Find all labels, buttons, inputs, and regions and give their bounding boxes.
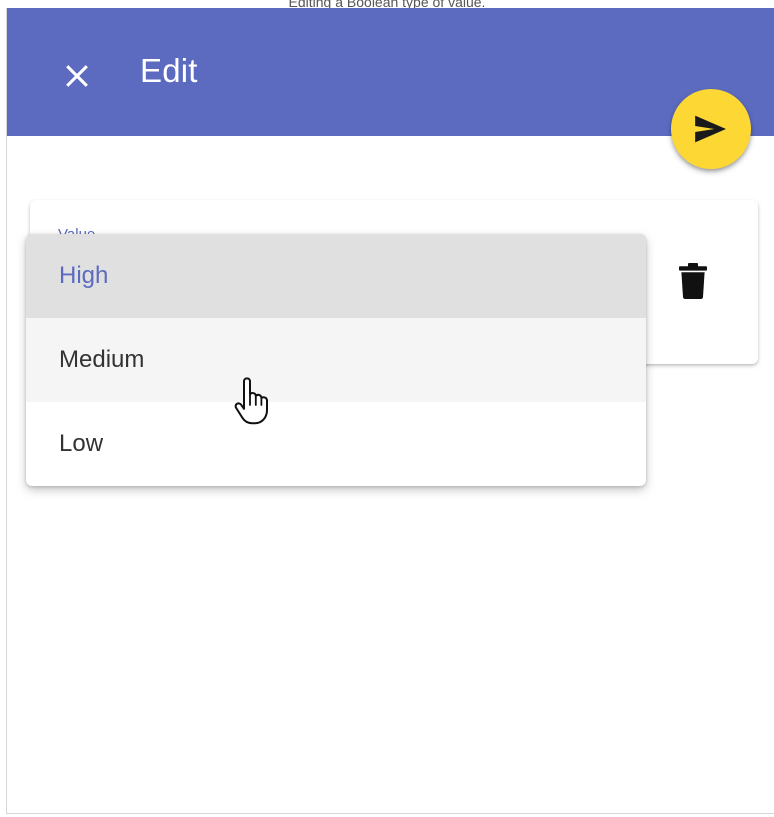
menu-option-medium[interactable]: Medium bbox=[26, 318, 646, 402]
close-icon bbox=[66, 65, 88, 87]
send-button[interactable] bbox=[671, 89, 751, 169]
menu-option-low[interactable]: Low bbox=[26, 402, 646, 486]
edit-dialog: Edit Value High Medium bbox=[6, 8, 774, 814]
value-dropdown-menu: High Medium Low bbox=[26, 234, 646, 486]
page: Editing a Boolean type of value. Edit Va… bbox=[0, 0, 774, 817]
menu-option-label: Medium bbox=[59, 346, 145, 373]
trash-icon bbox=[679, 263, 707, 299]
send-icon bbox=[695, 115, 726, 143]
menu-option-label: High bbox=[59, 262, 109, 289]
close-button[interactable] bbox=[55, 54, 99, 98]
page-title: Edit bbox=[140, 52, 198, 89]
menu-option-label: Low bbox=[59, 430, 104, 457]
delete-button[interactable] bbox=[673, 258, 713, 304]
menu-option-high[interactable]: High bbox=[26, 234, 646, 318]
app-bar: Edit bbox=[7, 8, 774, 136]
